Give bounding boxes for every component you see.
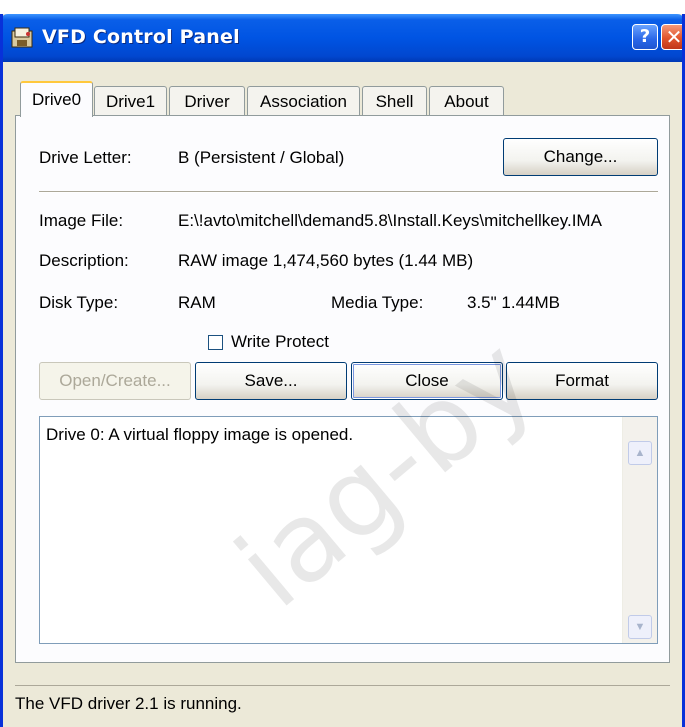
- format-button[interactable]: Format: [506, 362, 658, 400]
- log-scrollbar[interactable]: ▲ ▼: [622, 417, 657, 643]
- close-window-button[interactable]: ✕: [661, 24, 682, 50]
- save-button[interactable]: Save...: [195, 362, 347, 400]
- tab-association[interactable]: Association: [247, 86, 360, 116]
- close-image-button[interactable]: Close: [351, 362, 503, 400]
- tab-about[interactable]: About: [429, 86, 504, 116]
- scroll-down-icon[interactable]: ▼: [628, 615, 652, 639]
- write-protect-checkbox[interactable]: [208, 335, 223, 350]
- title-bar[interactable]: VFD Control Panel ? ✕: [3, 14, 682, 62]
- log-text: Drive 0: A virtual floppy image is opene…: [46, 425, 354, 444]
- log-textbox[interactable]: Drive 0: A virtual floppy image is opene…: [39, 416, 658, 644]
- media-type-value: 3.5" 1.44MB: [467, 293, 560, 312]
- change-button[interactable]: Change...: [503, 138, 658, 176]
- tab-shell[interactable]: Shell: [362, 86, 427, 116]
- separator: [39, 191, 658, 193]
- drive-letter-value: B (Persistent / Global): [178, 148, 345, 167]
- status-bar: The VFD driver 2.1 is running.: [15, 685, 670, 716]
- media-type-label: Media Type:: [331, 293, 424, 312]
- write-protect-label[interactable]: Write Protect: [231, 332, 329, 352]
- description-value: RAW image 1,474,560 bytes (1.44 MB): [178, 251, 474, 270]
- tab-driver[interactable]: Driver: [169, 86, 245, 116]
- scroll-up-icon[interactable]: ▲: [628, 441, 652, 465]
- tab-drive1[interactable]: Drive1: [94, 86, 167, 116]
- help-button[interactable]: ?: [632, 24, 658, 50]
- tab-drive0[interactable]: Drive0: [20, 81, 93, 117]
- floppy-app-icon: [11, 27, 33, 48]
- description-label: Description:: [39, 251, 129, 270]
- vfd-control-panel-window: VFD Control Panel ? ✕ Drive0 Drive1 Driv…: [0, 14, 685, 727]
- drive-letter-label: Drive Letter:: [39, 148, 132, 167]
- disk-type-value: RAM: [178, 293, 216, 312]
- open-create-button[interactable]: Open/Create...: [39, 362, 191, 400]
- image-file-label: Image File:: [39, 211, 124, 230]
- image-file-value: E:\!avto\mitchell\demand5.8\Install.Keys…: [178, 211, 602, 230]
- disk-type-label: Disk Type:: [39, 293, 119, 312]
- status-text: The VFD driver 2.1 is running.: [15, 694, 242, 713]
- window-title: VFD Control Panel: [42, 26, 240, 48]
